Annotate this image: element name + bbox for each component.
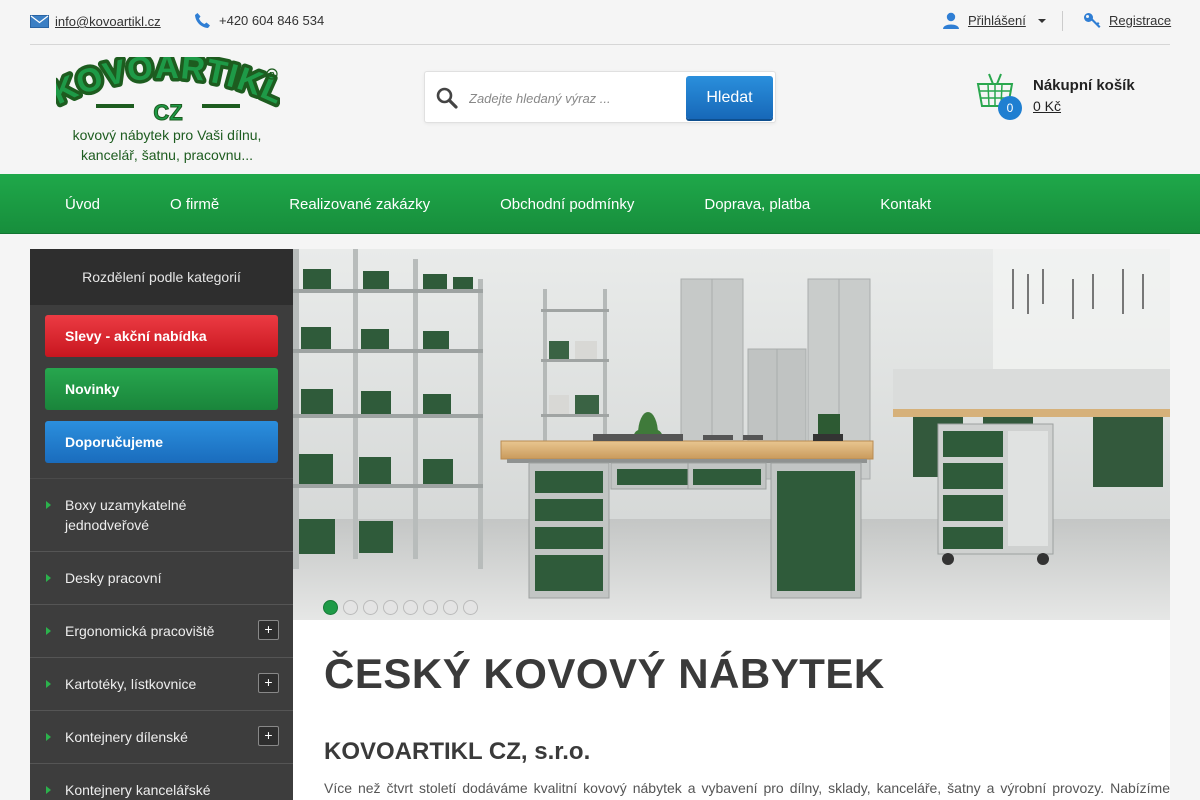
- slider-dot[interactable]: [343, 600, 358, 615]
- category-list: Boxy uzamykatelné jednodveřové Desky pra…: [30, 478, 293, 800]
- category-item[interactable]: Ergonomická pracoviště +: [30, 604, 293, 657]
- email-contact: info@kovoartikl.cz: [30, 14, 161, 29]
- cart-count-badge: 0: [998, 96, 1022, 120]
- sidebar-heading: Rozdělení podle kategorií: [30, 249, 293, 305]
- chevron-down-icon: [1037, 18, 1046, 23]
- phone-icon: [195, 13, 210, 28]
- chevron-right-icon: [46, 501, 51, 509]
- category-label: Ergonomická pracoviště: [65, 623, 215, 639]
- category-label: Desky pracovní: [65, 570, 162, 586]
- promo-recommended-button[interactable]: Doporučujeme: [45, 421, 278, 463]
- site-logo[interactable]: KOVOARTIKL KOVOARTIKL CZ R: [43, 44, 293, 125]
- nav-item-uvod[interactable]: Úvod: [30, 174, 135, 234]
- hero-slider[interactable]: [293, 249, 1170, 620]
- category-item[interactable]: Kartotéky, lístkovnice +: [30, 657, 293, 710]
- tagline: kovový nábytek pro Vaši dílnu, kancelář,…: [72, 127, 262, 163]
- category-label: Boxy uzamykatelné jednodveřové: [65, 497, 187, 533]
- key-icon: [1084, 13, 1101, 28]
- slider-dot[interactable]: [403, 600, 418, 615]
- main-content: ČESKÝ KOVOVÝ NÁBYTEK KOVOARTIKL CZ, s.r.…: [293, 620, 1170, 800]
- cart-title: Nákupní košík: [1033, 77, 1135, 94]
- envelope-icon: [30, 15, 49, 28]
- category-item[interactable]: Boxy uzamykatelné jednodveřové: [30, 478, 293, 551]
- slider-dot[interactable]: [363, 600, 378, 615]
- category-item[interactable]: Desky pracovní: [30, 551, 293, 604]
- svg-text:R: R: [269, 72, 274, 79]
- search-box: Hledat: [424, 71, 776, 123]
- user-icon: [943, 12, 959, 29]
- svg-text:CZ: CZ: [153, 100, 182, 123]
- search-input[interactable]: [469, 86, 679, 110]
- intro-paragraph: Více než čtvrt století dodáváme kvalitní…: [324, 780, 1170, 796]
- cart-price[interactable]: 0 Kč: [1033, 98, 1061, 114]
- nav-item-kontakt[interactable]: Kontakt: [845, 174, 966, 234]
- slider-dot[interactable]: [443, 600, 458, 615]
- register-menu[interactable]: Registrace: [1083, 12, 1171, 29]
- category-label: Kartotéky, lístkovnice: [65, 676, 197, 692]
- promo-new-button[interactable]: Novinky: [45, 368, 278, 410]
- chevron-right-icon: [46, 680, 51, 688]
- expand-plus-icon[interactable]: +: [258, 726, 279, 746]
- search-icon: [436, 87, 458, 109]
- slider-dot[interactable]: [383, 600, 398, 615]
- promo-sale-button[interactable]: Slevy - akční nabídka: [45, 315, 278, 357]
- category-label: Kontejnery kancelářské: [65, 782, 211, 798]
- nav-item-realizovane-zakazky[interactable]: Realizované zakázky: [254, 174, 465, 234]
- login-link[interactable]: Přihlášení: [968, 13, 1026, 28]
- email-link[interactable]: info@kovoartikl.cz: [55, 14, 161, 29]
- slider-pagination: [323, 600, 478, 615]
- phone-number: +420 604 846 534: [219, 13, 325, 28]
- top-bar: info@kovoartikl.cz +420 604 846 534 Přih…: [30, 0, 1171, 45]
- slider-dot[interactable]: [423, 600, 438, 615]
- category-item[interactable]: Kontejnery dílenské +: [30, 710, 293, 763]
- chevron-right-icon: [46, 574, 51, 582]
- shopping-cart[interactable]: 0 Nákupní košík 0 Kč: [976, 70, 1166, 122]
- expand-plus-icon[interactable]: +: [258, 673, 279, 693]
- expand-plus-icon[interactable]: +: [258, 620, 279, 640]
- slider-dot[interactable]: [323, 600, 338, 615]
- main-navigation: Úvod O firmě Realizované zakázky Obchodn…: [0, 174, 1200, 234]
- category-sidebar: Rozdělení podle kategorií Slevy - akční …: [30, 249, 293, 800]
- slider-dot[interactable]: [463, 600, 478, 615]
- workshop-photo: [293, 249, 1170, 620]
- company-heading: KOVOARTIKL CZ, s.r.o.: [324, 738, 591, 765]
- nav-item-obchodni-podminky[interactable]: Obchodní podmínky: [465, 174, 669, 234]
- page-title: ČESKÝ KOVOVÝ NÁBYTEK: [324, 650, 885, 697]
- chevron-right-icon: [46, 627, 51, 635]
- search-button[interactable]: Hledat: [686, 76, 773, 119]
- nav-item-o-firme[interactable]: O firmě: [135, 174, 254, 234]
- logo-graphic: KOVOARTIKL KOVOARTIKL CZ R: [43, 44, 293, 125]
- category-item[interactable]: Kontejnery kancelářské: [30, 763, 293, 800]
- chevron-right-icon: [46, 733, 51, 741]
- chevron-right-icon: [46, 786, 51, 794]
- login-menu[interactable]: Přihlášení: [942, 12, 1046, 29]
- register-link[interactable]: Registrace: [1109, 13, 1171, 28]
- nav-item-doprava-platba[interactable]: Doprava, platba: [669, 174, 845, 234]
- category-label: Kontejnery dílenské: [65, 729, 188, 745]
- phone-contact: +420 604 846 534: [194, 12, 324, 29]
- divider: [1062, 11, 1063, 31]
